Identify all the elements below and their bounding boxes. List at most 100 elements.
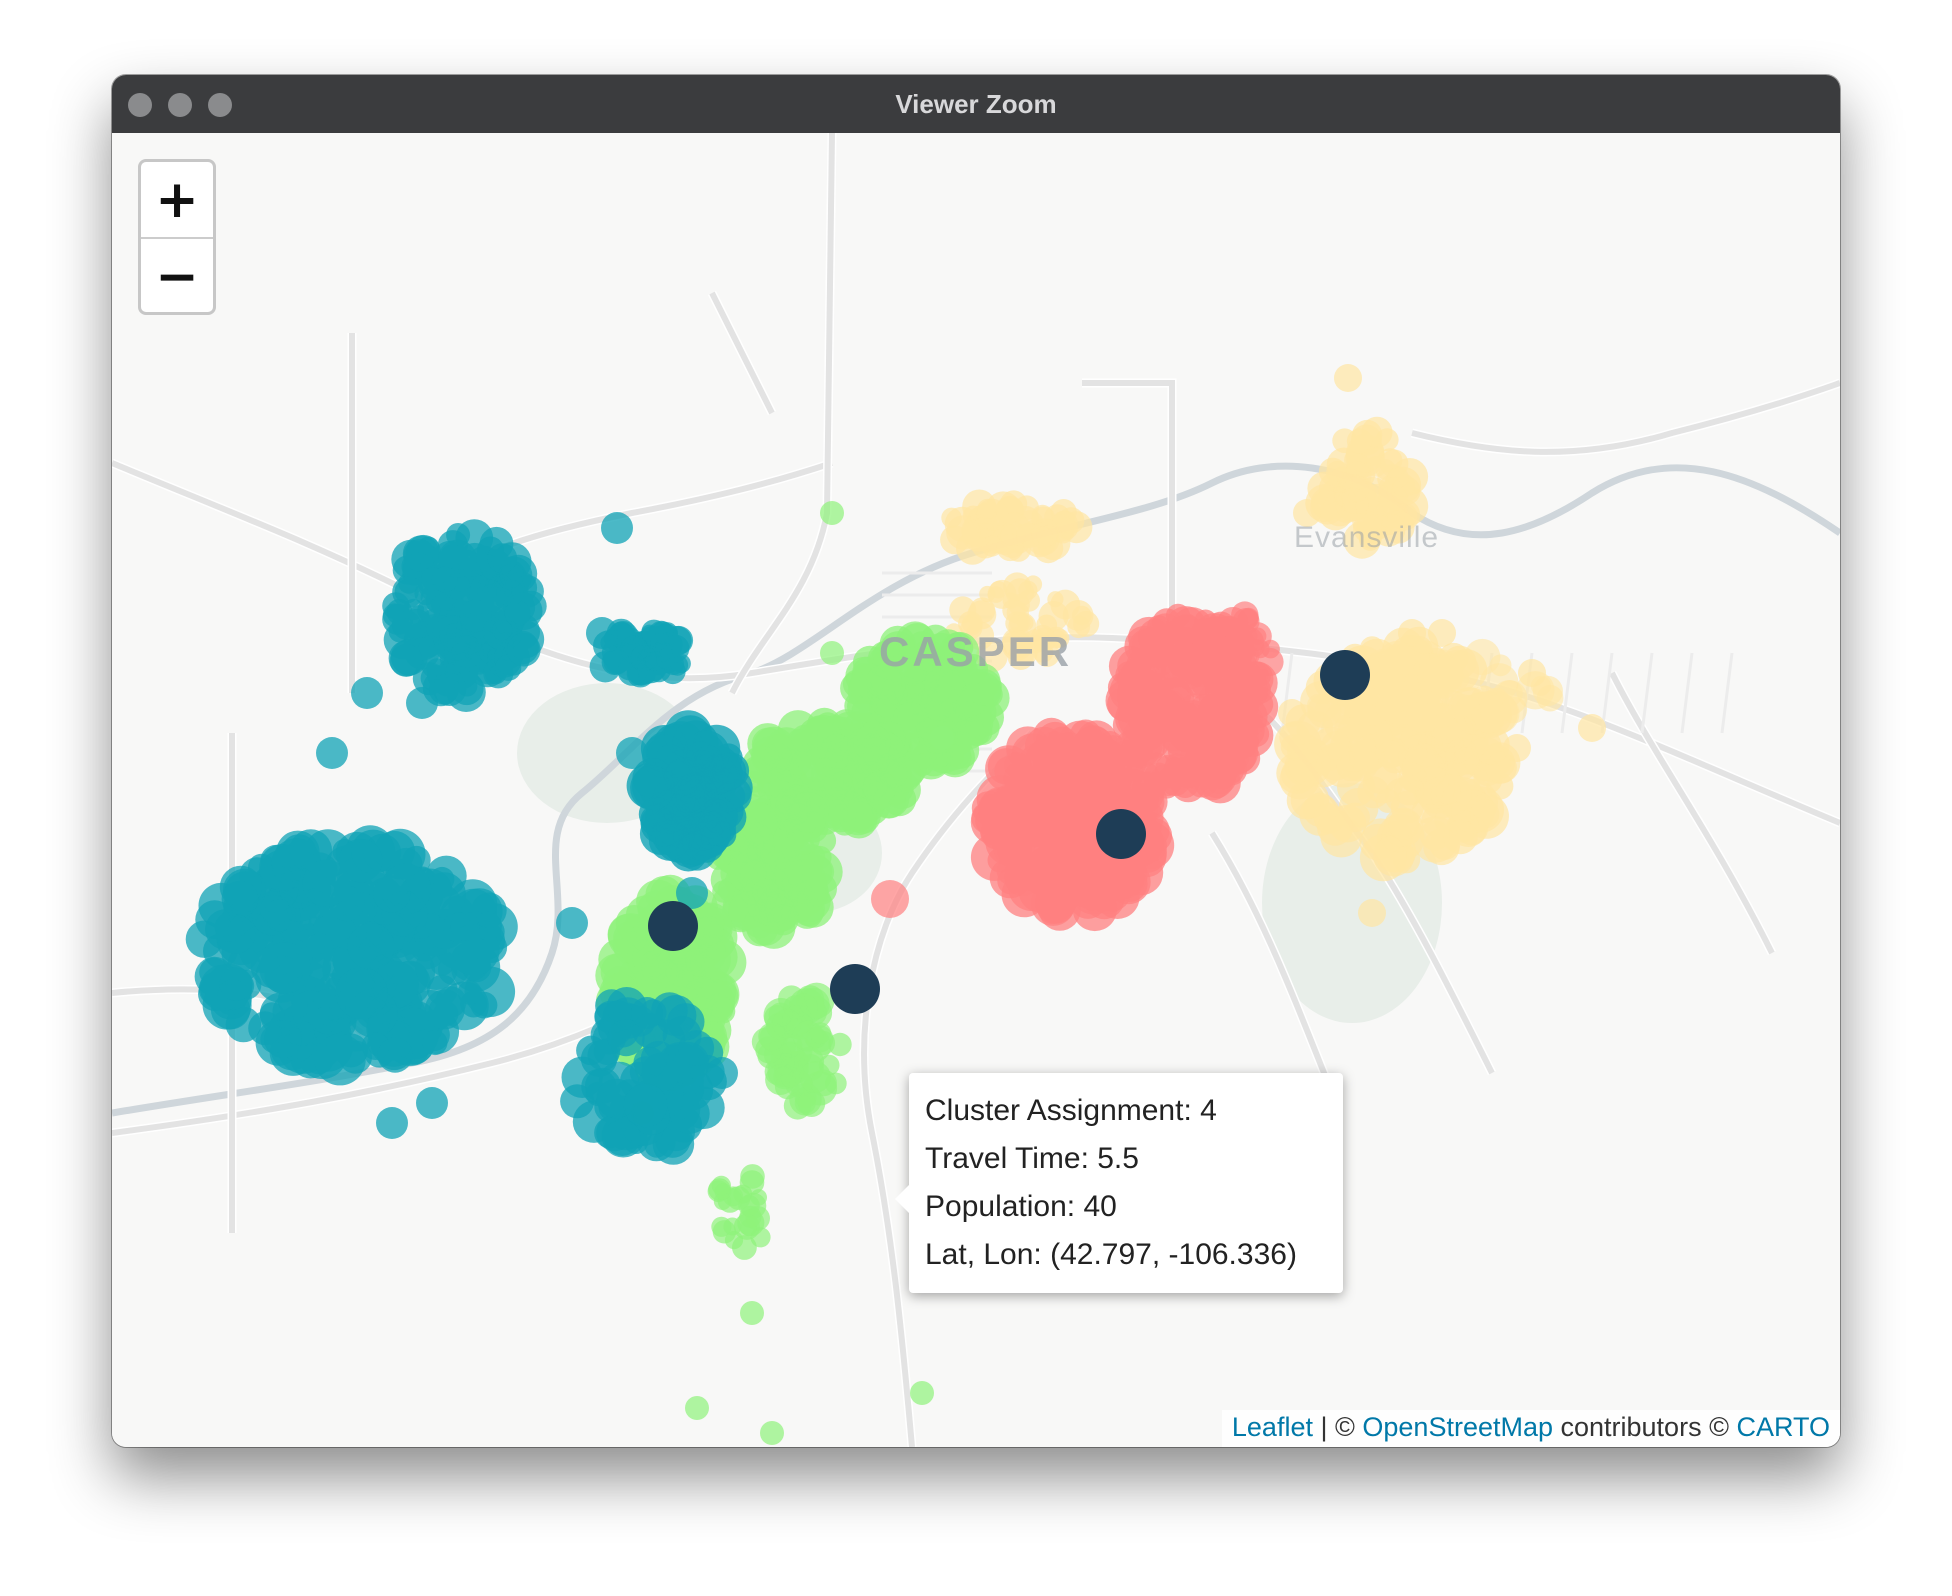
cluster-point [655,623,678,646]
cluster-point [1205,616,1229,640]
leaflet-link[interactable]: Leaflet [1232,1412,1313,1442]
cluster-point [504,600,531,627]
cluster-point [820,501,844,525]
cluster-point [373,875,411,913]
cluster-point [1464,638,1501,676]
cluster-point [1160,765,1191,796]
cluster-point [685,948,715,977]
cluster-point [1387,466,1409,488]
map-attribution: Leaflet | © OpenStreetMap contributors ©… [1221,1410,1840,1447]
cluster-point [993,784,1026,817]
cluster-point [871,880,909,918]
tooltip-travel-time: Travel Time: 5.5 [925,1142,1139,1175]
cluster-point [416,1087,448,1119]
cluster-point [987,586,1005,603]
cluster-point [403,539,436,572]
cluster-point [1451,694,1475,717]
openstreetmap-link[interactable]: OpenStreetMap [1362,1412,1553,1442]
cluster-point [1373,667,1405,699]
place-label-evansville: Evansville [1294,521,1440,554]
cluster-point [739,1205,762,1228]
cluster-point [377,1037,413,1073]
cluster-point [1179,718,1210,749]
cluster-centroid-marker [1096,809,1146,859]
cluster-point [560,1084,595,1119]
zoom-in-button[interactable]: + [141,162,213,239]
minor-street [1680,652,1694,734]
cluster-point [1228,645,1247,664]
cluster-point [763,743,793,773]
carto-link[interactable]: CARTO [1736,1412,1830,1442]
cluster-point [678,1030,715,1066]
road [1609,671,1775,955]
cluster-point [432,672,467,706]
cluster-point [799,1061,831,1093]
cluster-point [1349,738,1385,775]
cluster-point [1335,487,1369,522]
cluster-point [1017,742,1065,790]
cluster-point [382,603,407,627]
cluster-point [724,1231,744,1250]
cluster-point [1230,674,1256,700]
cluster-point [1321,731,1351,760]
cluster-point [586,617,618,649]
place-label-casper: CASPER [879,628,1073,675]
cluster-point [596,1114,634,1152]
cluster-point [1038,859,1075,896]
cluster-point [1072,725,1114,766]
cluster-point [1099,863,1130,894]
cluster-point [1317,809,1354,846]
cluster-point [996,534,1024,562]
cluster-point [767,904,799,936]
cluster-point [335,967,388,1020]
cluster-point [431,566,458,593]
cluster-point [316,737,348,769]
cluster-point [507,632,541,667]
cluster-point [219,967,253,1001]
viewer-window: Viewer Zoom CASPER Evansville + − Cluste… [112,75,1840,1447]
cluster-point [1346,453,1371,478]
cluster-point [706,1057,738,1089]
cluster-point [406,687,438,719]
cluster-point [685,1396,709,1420]
cluster-point [780,1067,802,1088]
cluster-point [989,857,1031,899]
cluster-point [822,734,852,763]
cluster-point [1031,526,1054,549]
cluster-point [930,726,954,750]
cluster-point [792,1020,824,1052]
cluster-point [1194,763,1231,801]
cluster-point [424,989,465,1030]
map-canvas[interactable]: CASPER Evansville + − Cluster Assignment… [112,133,1840,1447]
cluster-point [863,770,897,805]
cluster-point [1358,899,1386,927]
cluster-point [910,1381,934,1405]
cluster-point [311,1006,339,1034]
cluster-point [1405,702,1437,733]
cluster-point [605,650,630,674]
cluster-point [1415,776,1444,805]
cluster-point [752,878,779,906]
cluster-point [259,942,311,994]
cluster-point [1518,659,1546,687]
cluster-point [314,1034,366,1086]
cluster-point [693,916,724,946]
road [1411,380,1840,455]
cluster-point [487,543,518,574]
cluster-point [1428,619,1456,647]
attribution-separator: | © [1312,1412,1363,1442]
cluster-point [601,512,633,544]
zoom-out-button[interactable]: − [141,239,213,312]
cluster-point [774,837,800,863]
cluster-point [376,1107,408,1139]
cluster-point [740,1301,764,1325]
cluster-point [263,1020,302,1059]
cluster-point [422,1030,448,1056]
road-casing [727,133,837,696]
cluster-point [820,641,844,665]
cluster-point [760,1421,784,1445]
zoom-control: + − [138,159,216,315]
cluster-point [417,598,441,622]
cluster-centroid-marker [830,964,880,1014]
tooltip-population: Population: 40 [925,1190,1117,1223]
